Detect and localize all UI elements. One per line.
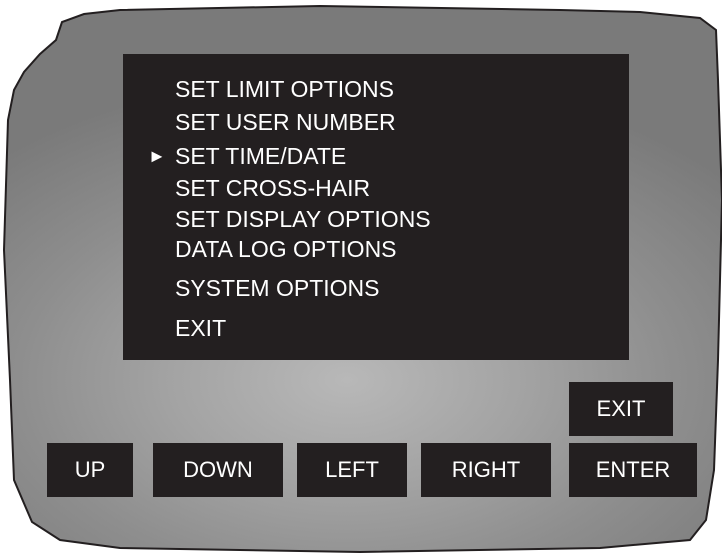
exit-button[interactable]: EXIT [569, 382, 673, 436]
enter-button[interactable]: ENTER [569, 443, 697, 497]
menu-item-set-user-number[interactable]: SET USER NUMBER [175, 109, 396, 135]
up-button[interactable]: UP [47, 443, 133, 497]
menu-item-set-time-date[interactable]: SET TIME/DATE [175, 143, 346, 169]
menu-item-set-cross-hair[interactable]: SET CROSS-HAIR [175, 175, 370, 201]
left-button[interactable]: LEFT [297, 443, 407, 497]
menu-item-set-limit-options[interactable]: SET LIMIT OPTIONS [175, 76, 394, 102]
right-button[interactable]: RIGHT [421, 443, 551, 497]
menu-cursor-icon: ► [148, 146, 166, 166]
menu-item-exit[interactable]: EXIT [175, 315, 226, 341]
display-screen: SET LIMIT OPTIONS SET USER NUMBER ► SET … [123, 54, 629, 360]
down-button[interactable]: DOWN [153, 443, 283, 497]
menu-item-data-log-options[interactable]: DATA LOG OPTIONS [175, 236, 397, 262]
menu-item-system-options[interactable]: SYSTEM OPTIONS [175, 275, 379, 301]
menu-item-set-display-options[interactable]: SET DISPLAY OPTIONS [175, 206, 431, 232]
